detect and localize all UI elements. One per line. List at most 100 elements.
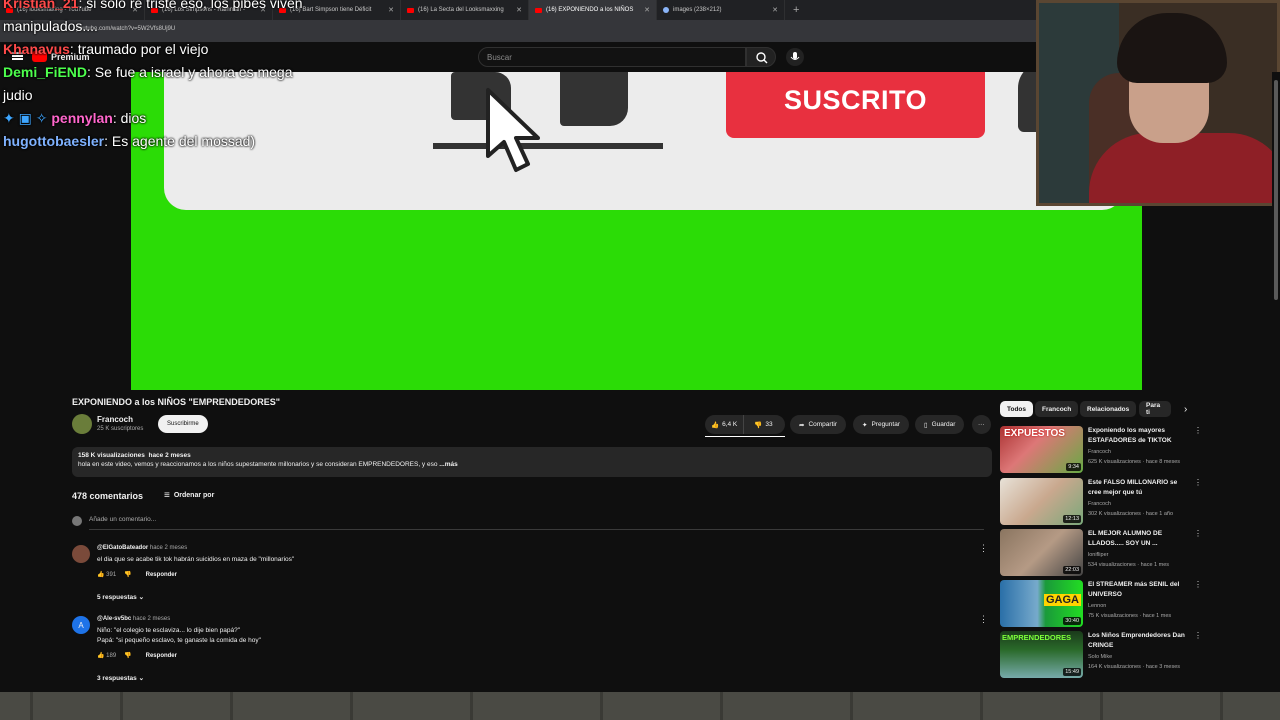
video-graphic-panel: SUSCRITO: [164, 72, 1124, 210]
replies-toggle[interactable]: 5 respuestas ⌄: [97, 593, 144, 601]
recommendation-item[interactable]: EMPRENDEDORES 15:49 Los Niños Emprendedo…: [1000, 631, 1202, 679]
close-tab-icon[interactable]: ✕: [516, 6, 522, 14]
video-thumbnail[interactable]: 22:03: [1000, 529, 1083, 576]
comment-dislike-button[interactable]: 👎: [124, 652, 131, 659]
scrollbar-thumb[interactable]: [1274, 80, 1278, 300]
browser-tab[interactable]: (16) La Secta del Looksmaxxing ✕: [401, 0, 529, 20]
chip-relacionados[interactable]: Relacionados: [1080, 401, 1137, 417]
comment-avatar[interactable]: [72, 545, 90, 563]
chat-message: hugottobaesler: Es agente del mossad): [3, 130, 303, 153]
recommendation-channel[interactable]: lonifliper: [1088, 552, 1108, 558]
channel-avatar[interactable]: [72, 414, 92, 434]
new-tab-button[interactable]: +: [785, 4, 807, 16]
replies-toggle[interactable]: 3 respuestas ⌄: [97, 674, 144, 682]
thumbnail-text: EXPUESTOS: [1004, 428, 1065, 439]
dislike-button[interactable]: 👎 33: [748, 421, 778, 429]
youtube-favicon-icon: [407, 7, 414, 13]
recommendation-title[interactable]: Este FALSO MILLONARIO se cree mejor que …: [1088, 478, 1188, 498]
recommendation-title[interactable]: EL MEJOR ALUMNO DE LLADOS..... SOY UN ..…: [1088, 529, 1188, 549]
chip-francoch[interactable]: Francoch: [1035, 401, 1079, 417]
mic-button[interactable]: [786, 48, 804, 66]
comment-text: Niño: "el colegio te esclaviza... lo dij…: [97, 627, 241, 634]
close-tab-icon[interactable]: ✕: [772, 6, 778, 14]
recommendation-menu-icon[interactable]: ⋮: [1194, 426, 1202, 435]
dislike-count: 33: [765, 421, 773, 428]
webcam-shirt: [1089, 133, 1277, 203]
recommendation-item[interactable]: GAGA 30:40 El STREAMER más SENIL del UNI…: [1000, 580, 1202, 628]
recommendation-menu-icon[interactable]: ⋮: [1194, 631, 1202, 640]
duration-badge: 22:03: [1063, 566, 1081, 574]
recommendation-title[interactable]: El STREAMER más SENIL del UNIVERSO: [1088, 580, 1188, 600]
more-actions-button[interactable]: ···: [972, 415, 991, 434]
recommendation-item[interactable]: 22:03 EL MEJOR ALUMNO DE LLADOS..... SOY…: [1000, 529, 1202, 577]
description-box[interactable]: 158 K visualizaciones hace 2 meses hola …: [72, 447, 992, 477]
chevron-down-icon: ⌄: [138, 675, 145, 682]
show-more-link[interactable]: ...más: [439, 461, 457, 468]
recommendation-title[interactable]: Exponiendo los mayores ESTAFADORES de TI…: [1088, 426, 1188, 446]
close-tab-icon[interactable]: ✕: [388, 6, 394, 14]
browser-tab-active[interactable]: (16) EXPONIENDO a los NIÑOS ✕: [529, 0, 657, 20]
comment-like-count: 189: [106, 653, 117, 659]
comment-author[interactable]: @Ale-sv5bc: [97, 616, 131, 622]
ask-button[interactable]: ✦ Preguntar: [853, 415, 909, 434]
chat-user: Khanavus: [3, 41, 70, 57]
recommendation-menu-icon[interactable]: ⋮: [1194, 580, 1202, 589]
search-input[interactable]: Buscar: [478, 47, 746, 67]
recommendation-channel[interactable]: Lennon: [1088, 603, 1106, 609]
search-button[interactable]: [746, 47, 776, 67]
chevron-down-icon: ⌄: [138, 594, 145, 601]
comments-count: 478 comentarios: [72, 491, 144, 501]
mic-icon: [790, 52, 800, 60]
recommendation-meta: 75 K visualizaciones · hace 1 mes: [1088, 613, 1172, 619]
recommendation-menu-icon[interactable]: ⋮: [1194, 478, 1202, 487]
browser-tab[interactable]: images (238×212) ✕: [657, 0, 785, 20]
chip-para-ti[interactable]: Para ti: [1139, 401, 1171, 417]
add-comment-input[interactable]: Añade un comentario...: [89, 516, 156, 523]
subscribe-button[interactable]: Suscribirme: [158, 415, 208, 433]
recommendation-menu-icon[interactable]: ⋮: [1194, 529, 1202, 538]
reply-button[interactable]: Responder: [146, 572, 177, 578]
comment-like-button[interactable]: 👍 189: [97, 652, 116, 659]
recommendation-item[interactable]: EXPUESTOS 9:34 Exponiendo los mayores ES…: [1000, 426, 1202, 474]
comment-menu-icon[interactable]: ⋮: [979, 614, 988, 625]
save-button[interactable]: ▯ Guardar: [915, 415, 965, 434]
video-thumbnail[interactable]: EXPUESTOS 9:34: [1000, 426, 1083, 473]
recommendation-title[interactable]: Los Niños Emprendedores Dan CRINGE: [1088, 631, 1188, 651]
video-thumbnail[interactable]: 12:13: [1000, 478, 1083, 525]
badge-icon: ✦ ▣ ✧: [3, 110, 52, 126]
close-tab-icon[interactable]: ✕: [644, 6, 650, 14]
like-button[interactable]: 👍 6,4 K: [705, 415, 745, 434]
stream-frame-border: [0, 692, 1280, 720]
chevron-right-icon[interactable]: ›: [1184, 404, 1187, 415]
replies-label: 5 respuestas: [97, 594, 137, 601]
comment-like-button[interactable]: 👍 391: [97, 571, 116, 578]
channel-name[interactable]: Francoch: [97, 415, 133, 424]
recommendation-item[interactable]: 12:13 Este FALSO MILLONARIO se cree mejo…: [1000, 478, 1202, 526]
bookmark-icon: ▯: [924, 421, 928, 429]
recommendation-meta: 625 K visualizaciones · hace 8 meses: [1088, 459, 1181, 465]
comment-date: hace 2 meses: [132, 616, 171, 622]
comment-menu-icon[interactable]: ⋮: [979, 543, 988, 554]
share-button[interactable]: ➦ Compartir: [790, 415, 846, 434]
sort-button[interactable]: ≡ Ordenar por: [164, 490, 214, 501]
comment-actions: 👍 189 👎 Responder: [97, 652, 177, 660]
sort-icon: ≡: [164, 490, 170, 501]
recommendation-channel[interactable]: Francoch: [1088, 449, 1111, 455]
recommendation-channel[interactable]: Solo Mike: [1088, 654, 1112, 660]
recommendation-meta: 164 K visualizaciones · hace 3 meses: [1088, 664, 1181, 670]
share-icon: ➦: [799, 421, 805, 429]
video-thumbnail[interactable]: GAGA 30:40: [1000, 580, 1083, 627]
chat-message: ✦ ▣ ✧ pennylan: dios: [3, 107, 303, 130]
tab-title: (16) La Secta del Looksmaxxing: [418, 7, 504, 13]
comment-dislike-button[interactable]: 👎: [124, 571, 131, 578]
comment-avatar[interactable]: A: [72, 616, 90, 634]
youtube-favicon-icon: [535, 7, 542, 13]
reply-button[interactable]: Responder: [146, 653, 177, 659]
chip-todos[interactable]: Todos: [1000, 401, 1034, 417]
description-text: hola en este video, vemos y reaccionamos…: [78, 461, 986, 468]
recommendation-channel[interactable]: Francoch: [1088, 501, 1111, 507]
share-label: Compartir: [808, 421, 837, 428]
comment-meta: @Ale-sv5bc hace 2 meses: [97, 616, 170, 622]
comment-author[interactable]: @ElGatoBateador: [97, 545, 148, 551]
video-thumbnail[interactable]: EMPRENDEDORES 15:49: [1000, 631, 1083, 678]
